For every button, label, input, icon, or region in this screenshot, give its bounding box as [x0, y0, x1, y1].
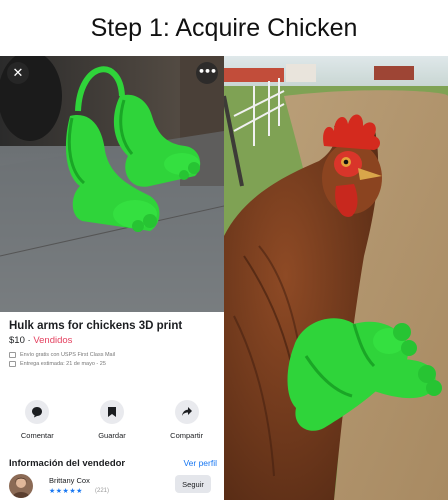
price: $10: [9, 335, 25, 346]
calendar-icon: [9, 361, 16, 367]
shipping-row: Envío gratis con USPS First Class Mail: [9, 352, 215, 358]
listing-details: Hulk arms for chickens 3D print $10 · Ve…: [0, 312, 224, 500]
sold-status: Vendidos: [33, 335, 73, 346]
comment-button[interactable]: Comentar: [2, 400, 72, 450]
view-profile-link[interactable]: Ver perfil: [183, 458, 217, 468]
comment-label: Comentar: [20, 431, 54, 440]
seller-header: Información del vendedor Ver perfil: [9, 458, 217, 469]
product-photo[interactable]: ✕ •••: [0, 56, 224, 312]
save-button[interactable]: Guardar: [77, 400, 147, 450]
meme-title: Step 1: Acquire Chicken: [0, 0, 448, 56]
truck-icon: [9, 352, 16, 358]
star-rating-icon: ★★★★★: [49, 488, 83, 495]
listing-actions: Comentar Guardar Compartir: [0, 400, 224, 450]
save-label: Guardar: [98, 431, 126, 440]
marketplace-listing: ✕ ••• Hulk arms for chickens 3D print $1…: [0, 56, 224, 500]
avatar[interactable]: [9, 474, 33, 498]
follow-button[interactable]: Seguir: [175, 475, 211, 493]
shipping-text: Envío gratis con USPS First Class Mail: [20, 352, 116, 358]
delivery-row: Entrega estimada: 21 de mayo - 25: [9, 361, 215, 367]
rating-count: (221): [95, 488, 110, 494]
listing-title: Hulk arms for chickens 3D print: [9, 320, 183, 332]
more-icon[interactable]: •••: [196, 62, 218, 84]
hulk-arms-print-image: [0, 56, 224, 312]
delivery-text: Entrega estimada: 21 de mayo - 25: [20, 361, 106, 367]
close-icon[interactable]: ✕: [7, 62, 29, 84]
bookmark-icon: [99, 400, 124, 424]
comment-icon: [25, 400, 50, 424]
chicken-with-hulk-arms-image: [224, 56, 448, 500]
share-label: Compartir: [170, 431, 204, 440]
seller-name[interactable]: Brittany Cox: [49, 476, 90, 485]
chicken-photo: [224, 56, 448, 500]
seller-row: Brittany Cox ★★★★★ (221) Seguir: [9, 474, 217, 500]
seller-section-title: Información del vendedor: [9, 458, 126, 469]
price-row: $10 · Vendidos: [9, 335, 215, 346]
share-icon: [174, 400, 199, 424]
share-button[interactable]: Compartir: [152, 400, 222, 450]
